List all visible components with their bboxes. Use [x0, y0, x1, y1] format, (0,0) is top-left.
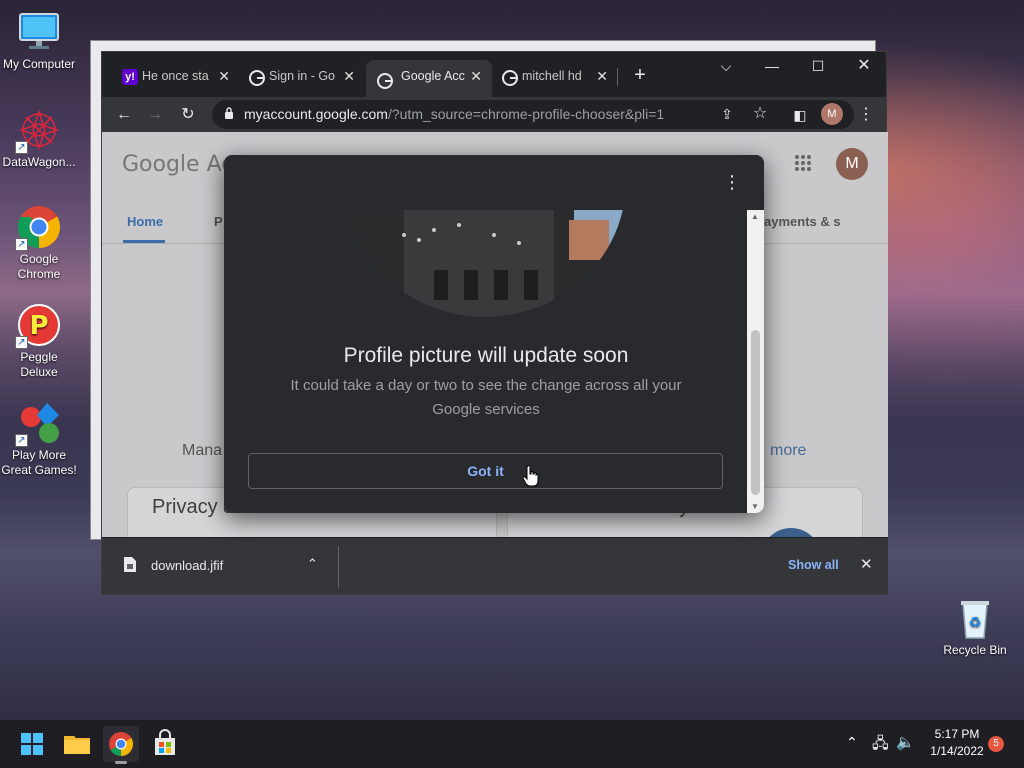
tab-title: mitchell hd — [522, 69, 582, 83]
back-arrow-icon[interactable]: ← — [111, 102, 137, 128]
scroll-down-arrow-icon[interactable]: ▼ — [751, 502, 759, 511]
peggle-icon: P ↗ — [15, 303, 61, 349]
download-divider — [338, 546, 339, 588]
tab-strip: y! He once sta ✕ Sign in - Go ✕ Google A… — [102, 52, 886, 97]
new-tab-button[interactable]: + — [617, 61, 663, 91]
svg-text:♻: ♻ — [969, 615, 982, 631]
url-text: myaccount.google.com/?utm_source=chrome-… — [244, 100, 664, 129]
show-all-button[interactable]: Show all — [788, 558, 839, 572]
close-icon[interactable]: ✕ — [218, 63, 230, 90]
dialog-title: Profile picture will update soon — [343, 344, 629, 367]
tab-sign-in[interactable]: Sign in - Go ✕ — [249, 63, 355, 90]
reload-icon[interactable]: ↻ — [175, 102, 201, 128]
desktop-icon-google-chrome[interactable]: ↗ Google Chrome — [0, 205, 78, 282]
kebab-menu-icon[interactable]: ⋮ — [723, 173, 741, 191]
store-icon[interactable] — [147, 726, 183, 762]
recycle-bin-icon: ♻ — [953, 596, 997, 640]
shortcut-arrow-icon: ↗ — [15, 336, 28, 349]
profile-avatar[interactable]: M — [821, 103, 843, 125]
tab-payments[interactable]: ayments & s — [764, 214, 841, 229]
desktop-icon-datawagon[interactable]: ↗ DataWagon... — [0, 108, 78, 170]
clock-time: 5:17 PM — [934, 727, 980, 741]
forward-arrow-icon[interactable]: → — [142, 102, 168, 128]
file-icon — [124, 557, 136, 572]
download-bar: download.jfif ⌃ Show all ✕ — [102, 537, 888, 594]
profile-picture-dialog: ⋮ Profile picture will update soon It co… — [224, 155, 764, 513]
notification-badge[interactable]: 5 — [988, 736, 1004, 752]
share-icon[interactable]: ⇪ — [714, 101, 740, 127]
start-windows-icon[interactable] — [14, 726, 50, 762]
dialog-message: It could take a day or two to see the ch… — [290, 377, 682, 418]
tab-google-account[interactable]: Google Acc ✕ — [366, 60, 492, 97]
profile-photo — [344, 210, 626, 317]
lock-icon — [225, 107, 233, 119]
desktop-icon-peggle[interactable]: P ↗ Peggle Deluxe — [0, 303, 78, 380]
games-icon: ↗ — [15, 401, 61, 447]
bookmark-star-icon[interactable]: ☆ — [747, 101, 773, 127]
url-path: /?utm_source=chrome-profile-chooser&pli=… — [387, 106, 665, 122]
shortcut-arrow-icon: ↗ — [15, 141, 28, 154]
browser-toolbar: ← → ↻ myaccount.google.com/?utm_source=c… — [102, 97, 886, 132]
apps-grid-icon[interactable] — [794, 154, 812, 172]
chevron-up-icon[interactable]: ⌃ — [307, 556, 318, 572]
google-icon — [502, 69, 518, 86]
learn-more-link[interactable]: more — [770, 442, 806, 460]
tab-title: Sign in - Go — [269, 69, 336, 83]
desktop-icon-label: My Computer — [2, 57, 76, 71]
network-icon[interactable]: 🖧 — [872, 733, 889, 758]
maximize-button[interactable]: ☐ — [795, 52, 841, 82]
shortcut-arrow-icon: ↗ — [15, 238, 28, 251]
close-icon[interactable]: ✕ — [343, 63, 355, 90]
taskbar: ⌃ 🖧 🔈 5:17 PM 1/14/2022 — [0, 720, 1024, 768]
desktop-icon-recycle-bin[interactable]: ♻ Recycle Bin — [936, 596, 1014, 658]
file-explorer-icon[interactable] — [59, 726, 95, 762]
yahoo-icon: y! — [122, 69, 138, 85]
manage-text: Mana — [182, 442, 223, 459]
desktop-icon-label: Peggle Deluxe — [20, 350, 58, 379]
tab-personal-info[interactable]: P — [214, 214, 223, 229]
close-icon[interactable]: ✕ — [470, 60, 482, 93]
chrome-taskbar-icon[interactable] — [103, 726, 139, 764]
tab-title: Google Acc — [401, 69, 465, 83]
svg-text:P: P — [29, 311, 48, 341]
tab-search-chevron-icon[interactable]: ⌵ — [703, 52, 749, 82]
account-avatar[interactable]: M — [836, 148, 868, 180]
monitor-icon — [17, 10, 61, 54]
chevron-up-icon[interactable]: ⌃ — [846, 734, 858, 751]
chrome-icon: ↗ — [15, 205, 61, 251]
side-panel-icon[interactable]: ◧ — [787, 102, 813, 128]
got-it-button[interactable]: Got it — [248, 453, 723, 489]
google-icon — [377, 69, 393, 89]
tab-yahoo[interactable]: y! He once sta ✕ — [122, 63, 230, 90]
scrollbar-thumb[interactable] — [751, 330, 760, 495]
desktop-icon-label: Google Chrome — [17, 252, 61, 281]
google-account-logo: Google Ac — [122, 152, 234, 177]
dialog-scrollbar[interactable]: ▲ ▼ — [747, 210, 764, 513]
close-icon[interactable]: ✕ — [596, 63, 608, 90]
close-download-bar-icon[interactable]: ✕ — [860, 555, 873, 573]
google-icon — [249, 69, 265, 86]
close-window-button[interactable]: ✕ — [841, 52, 887, 82]
hand-cursor-icon — [523, 465, 539, 487]
volume-icon[interactable]: 🔈 — [896, 733, 915, 751]
download-file-name[interactable]: download.jfif — [151, 558, 223, 573]
address-bar[interactable]: myaccount.google.com/?utm_source=chrome-… — [212, 100, 854, 129]
desktop-icon-label: DataWagon... — [2, 155, 76, 169]
url-host: myaccount.google.com — [244, 106, 388, 122]
kebab-menu-icon[interactable]: ⋮ — [853, 102, 879, 128]
scroll-up-arrow-icon[interactable]: ▲ — [751, 212, 759, 221]
tab-title: He once sta — [142, 69, 209, 83]
desktop-icon-label: Play More Great Games! — [1, 448, 77, 477]
minimize-button[interactable]: — — [749, 52, 795, 82]
active-app-indicator — [115, 761, 127, 764]
shortcut-arrow-icon: ↗ — [15, 434, 28, 447]
datawagon-icon: ↗ — [15, 108, 61, 154]
tab-mitchell[interactable]: mitchell hd ✕ — [502, 63, 608, 90]
clock-date: 1/14/2022 — [930, 744, 984, 758]
desktop-icon-label: Recycle Bin — [943, 643, 1007, 657]
taskbar-clock[interactable]: 5:17 PM 1/14/2022 — [924, 726, 990, 760]
desktop-icon-play-more-games[interactable]: ↗ Play More Great Games! — [0, 401, 78, 478]
tab-home[interactable]: Home — [127, 214, 163, 229]
desktop-icon-my-computer[interactable]: My Computer — [0, 10, 78, 72]
